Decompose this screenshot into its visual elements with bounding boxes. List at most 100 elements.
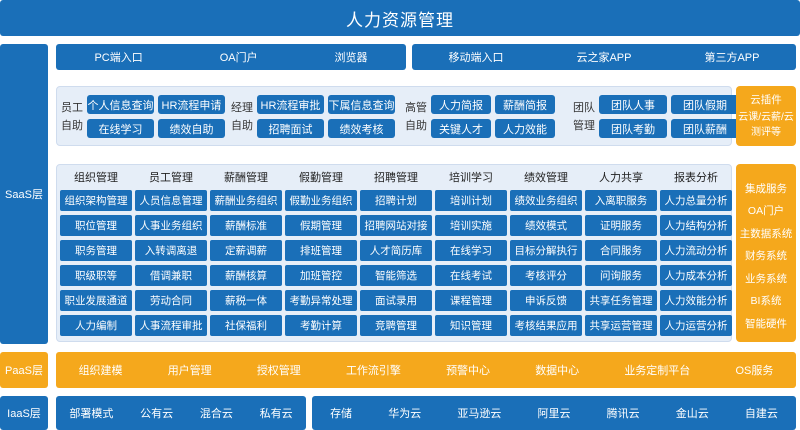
module-item[interactable]: 考勤计算 <box>285 315 357 336</box>
iaas-cloud-item[interactable]: 阿里云 <box>537 405 570 421</box>
module-item[interactable]: 人力运营分析 <box>660 315 732 336</box>
module-item[interactable]: 申诉反馈 <box>510 290 582 311</box>
self-service-button[interactable]: HR流程审批 <box>257 95 324 114</box>
paas-item[interactable]: 授权管理 <box>257 362 301 378</box>
self-service-button[interactable]: 人力简报 <box>431 95 491 114</box>
module-item[interactable]: 薪酬业务组织 <box>210 190 282 211</box>
module-item[interactable]: 智能筛选 <box>360 265 432 286</box>
self-service-button[interactable]: 团队人事 <box>599 95 667 114</box>
iaas-cloud-item[interactable]: 华为云 <box>388 405 421 421</box>
self-service-button[interactable]: HR流程申请 <box>158 95 225 114</box>
module-item[interactable]: 组织架构管理 <box>60 190 132 211</box>
self-service-button[interactable]: 个人信息查询 <box>87 95 154 114</box>
module-item[interactable]: 招聘计划 <box>360 190 432 211</box>
integration-item[interactable]: 业务系统 <box>736 268 796 288</box>
module-item[interactable]: 排班管理 <box>285 240 357 261</box>
module-item[interactable]: 人事业务组织 <box>135 215 207 236</box>
module-item[interactable]: 劳动合同 <box>135 290 207 311</box>
integration-item[interactable]: 财务系统 <box>736 246 796 266</box>
iaas-cloud-item[interactable]: 自建云 <box>745 405 778 421</box>
iaas-deploy-item[interactable]: 公有云 <box>140 405 173 421</box>
module-item[interactable]: 问询服务 <box>585 265 657 286</box>
self-service-button[interactable]: 在线学习 <box>87 119 154 138</box>
module-item[interactable]: 入离职服务 <box>585 190 657 211</box>
module-item[interactable]: 人力总量分析 <box>660 190 732 211</box>
paas-item[interactable]: 组织建模 <box>79 362 123 378</box>
self-service-button[interactable]: 团队假期 <box>671 95 739 114</box>
paas-item[interactable]: 数据中心 <box>535 362 579 378</box>
integration-item[interactable]: 主数据系统 <box>736 223 796 243</box>
module-item[interactable]: 证明服务 <box>585 215 657 236</box>
module-item[interactable]: 人员信息管理 <box>135 190 207 211</box>
module-item[interactable]: 加班管控 <box>285 265 357 286</box>
module-item[interactable]: 在线考试 <box>435 265 507 286</box>
module-item[interactable]: 面试录用 <box>360 290 432 311</box>
module-item[interactable]: 社保福利 <box>210 315 282 336</box>
module-item[interactable]: 培训计划 <box>435 190 507 211</box>
module-item[interactable]: 人才简历库 <box>360 240 432 261</box>
entry-oa-portal[interactable]: OA门户 <box>220 49 258 65</box>
module-item[interactable]: 假期管理 <box>285 215 357 236</box>
module-item[interactable]: 目标分解执行 <box>510 240 582 261</box>
self-service-button[interactable]: 人力效能 <box>495 119 555 138</box>
self-service-button[interactable]: 绩效自助 <box>158 119 225 138</box>
module-item[interactable]: 借调兼职 <box>135 265 207 286</box>
integration-item[interactable]: 智能硬件 <box>736 313 796 333</box>
module-item[interactable]: 考核评分 <box>510 265 582 286</box>
module-item[interactable]: 在线学习 <box>435 240 507 261</box>
paas-item[interactable]: 用户管理 <box>168 362 212 378</box>
module-item[interactable]: 知识管理 <box>435 315 507 336</box>
self-service-button[interactable]: 薪酬简报 <box>495 95 555 114</box>
module-item[interactable]: 考核结果应用 <box>510 315 582 336</box>
module-item[interactable]: 职级职等 <box>60 265 132 286</box>
self-service-button[interactable]: 关键人才 <box>431 119 491 138</box>
iaas-deploy-item[interactable]: 混合云 <box>200 405 233 421</box>
paas-item[interactable]: OS服务 <box>735 362 773 378</box>
module-item[interactable]: 合同服务 <box>585 240 657 261</box>
paas-item[interactable]: 业务定制平台 <box>624 362 690 378</box>
integration-item[interactable]: OA门户 <box>736 201 796 221</box>
module-item[interactable]: 人力流动分析 <box>660 240 732 261</box>
module-item[interactable]: 招聘网站对接 <box>360 215 432 236</box>
module-item[interactable]: 共享任务管理 <box>585 290 657 311</box>
entry-mobile[interactable]: 移动端入口 <box>448 49 503 65</box>
module-item[interactable]: 人事流程审批 <box>135 315 207 336</box>
module-item[interactable]: 薪酬核算 <box>210 265 282 286</box>
entry-pc[interactable]: PC端入口 <box>94 49 142 65</box>
module-item[interactable]: 竞聘管理 <box>360 315 432 336</box>
module-item[interactable]: 人力效能分析 <box>660 290 732 311</box>
module-item[interactable]: 定薪调薪 <box>210 240 282 261</box>
entry-third-party-app[interactable]: 第三方APP <box>704 49 759 65</box>
module-item[interactable]: 人力编制 <box>60 315 132 336</box>
module-item[interactable]: 职务管理 <box>60 240 132 261</box>
module-item[interactable]: 入转调离退 <box>135 240 207 261</box>
module-item[interactable]: 共享运营管理 <box>585 315 657 336</box>
module-item[interactable]: 培训实施 <box>435 215 507 236</box>
module-item[interactable]: 薪酬标准 <box>210 215 282 236</box>
integration-item[interactable]: 集成服务 <box>736 178 796 198</box>
self-service-button[interactable]: 团队考勤 <box>599 119 667 138</box>
self-service-button[interactable]: 下属信息查询 <box>328 95 395 114</box>
self-service-button[interactable]: 团队薪酬 <box>671 119 739 138</box>
module-item[interactable]: 职位管理 <box>60 215 132 236</box>
self-service-button[interactable]: 绩效考核 <box>328 119 395 138</box>
module-item[interactable]: 人力结构分析 <box>660 215 732 236</box>
iaas-deploy-item[interactable]: 私有云 <box>260 405 293 421</box>
module-item[interactable]: 人力成本分析 <box>660 265 732 286</box>
iaas-cloud-item[interactable]: 腾讯云 <box>607 405 640 421</box>
paas-item[interactable]: 工作流引擎 <box>346 362 401 378</box>
integration-item[interactable]: BI系统 <box>736 291 796 311</box>
module-item[interactable]: 绩效模式 <box>510 215 582 236</box>
iaas-cloud-item[interactable]: 金山云 <box>676 405 709 421</box>
entry-yunzhijia-app[interactable]: 云之家APP <box>576 49 631 65</box>
entry-browser[interactable]: 浏览器 <box>335 49 368 65</box>
module-item[interactable]: 薪税一体 <box>210 290 282 311</box>
self-service-button[interactable]: 招聘面试 <box>257 119 324 138</box>
module-item[interactable]: 假勤业务组织 <box>285 190 357 211</box>
module-item[interactable]: 课程管理 <box>435 290 507 311</box>
module-item[interactable]: 绩效业务组织 <box>510 190 582 211</box>
paas-item[interactable]: 预警中心 <box>446 362 490 378</box>
module-item[interactable]: 考勤异常处理 <box>285 290 357 311</box>
module-item[interactable]: 职业发展通道 <box>60 290 132 311</box>
iaas-cloud-item[interactable]: 亚马逊云 <box>457 405 501 421</box>
